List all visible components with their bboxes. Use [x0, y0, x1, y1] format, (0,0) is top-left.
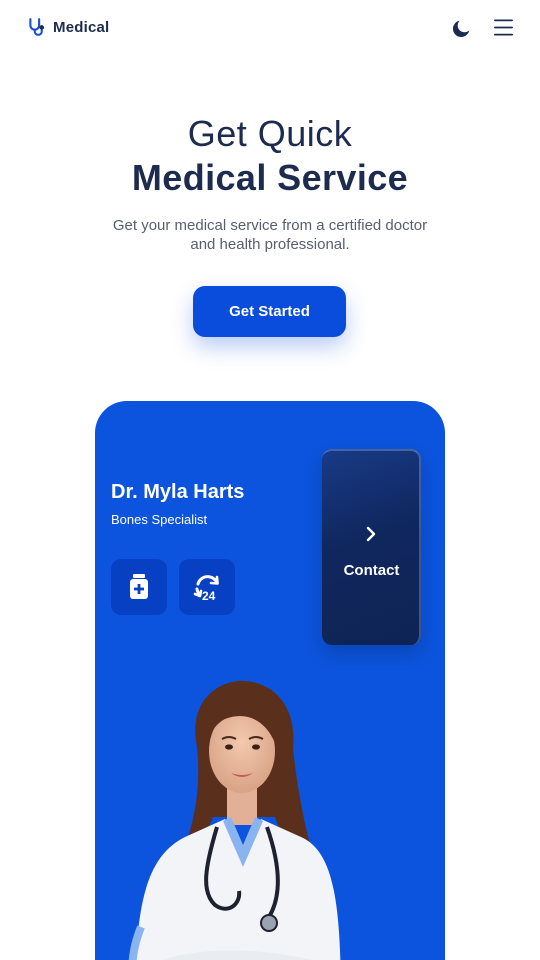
svg-text:24: 24: [202, 589, 216, 603]
doctor-name: Dr. Myla Harts: [111, 481, 245, 503]
contact-button[interactable]: Contact: [322, 449, 421, 645]
doctor-specialty: Bones Specialist: [111, 512, 208, 527]
hero-title-line2: Medical Service: [131, 157, 409, 198]
hero-title: Get Quick Medical Service: [0, 112, 540, 200]
medicine-bottle-icon: [130, 574, 148, 599]
doctor-portrait-image: [128, 680, 341, 960]
hero-title-line1: Get Quick: [187, 113, 353, 154]
medicine-service-button[interactable]: [111, 559, 167, 615]
chevron-right-icon: [366, 526, 376, 542]
moon-icon[interactable]: [451, 17, 473, 39]
doctor-card: Dr. Myla Harts Bones Specialist 24 Conta…: [95, 401, 445, 960]
brand-logo[interactable]: Medical: [26, 16, 109, 38]
hamburger-menu-icon[interactable]: [493, 18, 514, 37]
get-started-button[interactable]: Get Started: [193, 286, 346, 337]
site-header: Medical: [0, 0, 540, 58]
24-hour-service-button[interactable]: 24: [179, 559, 235, 615]
contact-label: Contact: [343, 562, 400, 579]
stethoscope-icon: [29, 18, 45, 36]
24-hours-icon: 24: [193, 575, 219, 603]
brand-name: Medical: [53, 18, 110, 36]
hero-section: Get Quick Medical Service Get your medic…: [0, 112, 540, 254]
hero-description: Get your medical service from a certifie…: [112, 217, 428, 253]
